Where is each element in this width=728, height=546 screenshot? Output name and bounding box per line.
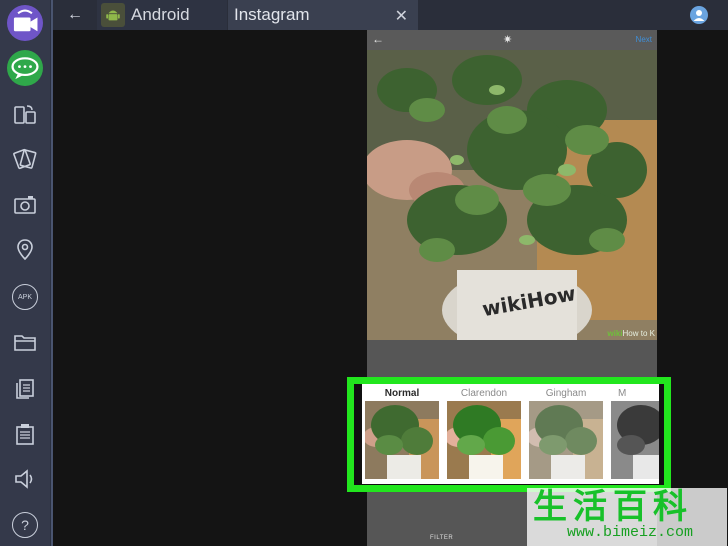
filter-name: M bbox=[618, 388, 627, 399]
site-watermark: 生活百科 www.bimeiz.com bbox=[527, 488, 727, 546]
video-icon[interactable] bbox=[7, 5, 43, 41]
close-icon[interactable]: ✕ bbox=[395, 6, 408, 26]
shake-icon[interactable] bbox=[8, 142, 42, 176]
filter-name: Clarendon bbox=[460, 388, 508, 399]
next-button[interactable]: Next bbox=[636, 35, 652, 44]
filter-m[interactable]: M bbox=[608, 384, 659, 484]
filter-tab[interactable]: FILTER bbox=[430, 535, 453, 541]
tab-android-label: Android bbox=[131, 5, 190, 24]
back-arrow-icon[interactable]: ← bbox=[372, 32, 384, 46]
filter-thumbnail bbox=[529, 401, 603, 479]
tab-bar: ← Android Instagram ✕ bbox=[53, 0, 728, 30]
filter-gingham[interactable]: Gingham bbox=[526, 384, 606, 484]
sidebar-divider bbox=[51, 0, 53, 546]
tab-instagram[interactable]: Instagram ✕ bbox=[228, 0, 418, 30]
tab-android[interactable]: Android bbox=[97, 0, 227, 30]
instagram-top-bar: ← ✷ Next bbox=[367, 30, 657, 50]
help-label: ? bbox=[12, 512, 38, 538]
filter-thumbnail bbox=[611, 401, 659, 479]
filter-clarendon[interactable]: Clarendon bbox=[444, 384, 524, 484]
filter-thumbnail bbox=[447, 401, 521, 479]
chat-icon[interactable] bbox=[7, 50, 43, 86]
screenshot-icon[interactable] bbox=[8, 188, 42, 222]
apk-label: APK bbox=[12, 284, 38, 310]
tab-instagram-label: Instagram bbox=[234, 5, 310, 24]
watermark-url: www.bimeiz.com bbox=[567, 524, 694, 541]
filter-strip: Normal Clarendon Gingham M bbox=[362, 384, 659, 484]
photo-preview: wikiHow wikiHow to K bbox=[367, 50, 657, 340]
brightness-icon[interactable]: ✷ bbox=[503, 33, 512, 46]
apk-icon[interactable]: APK bbox=[8, 280, 42, 314]
volume-icon[interactable] bbox=[8, 462, 42, 496]
filter-normal[interactable]: Normal bbox=[362, 384, 442, 484]
copy-icon[interactable] bbox=[8, 371, 42, 405]
sidebar: APK ? bbox=[0, 0, 52, 546]
folder-icon[interactable] bbox=[8, 325, 42, 359]
rotate-screen-icon[interactable] bbox=[8, 98, 42, 132]
filter-name: Gingham bbox=[545, 388, 587, 399]
user-account-icon[interactable] bbox=[690, 6, 708, 24]
help-icon[interactable]: ? bbox=[8, 508, 42, 542]
filter-name: Normal bbox=[384, 388, 420, 399]
location-icon[interactable] bbox=[8, 233, 42, 267]
filter-thumbnail bbox=[365, 401, 439, 479]
back-arrow-icon[interactable]: ← bbox=[65, 6, 85, 24]
watermark-text: 生活百科 bbox=[533, 488, 693, 526]
android-icon bbox=[101, 3, 125, 27]
photo-watermark: wikiHow to K bbox=[607, 329, 655, 338]
paste-icon[interactable] bbox=[8, 417, 42, 451]
